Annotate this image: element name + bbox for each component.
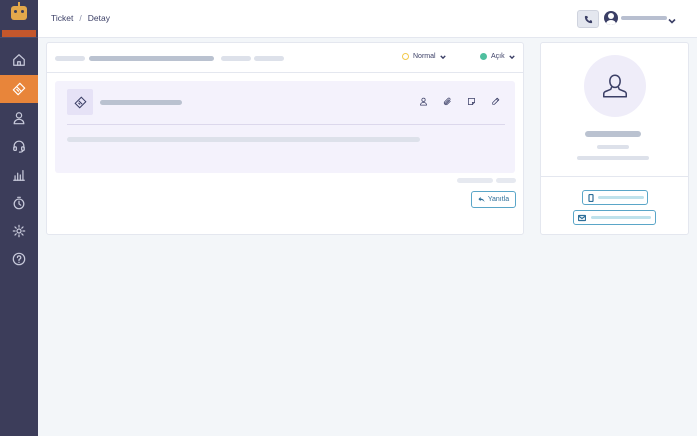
- ticket-card: Normal Açık Yanıtla: [46, 42, 524, 235]
- ticket-title-placeholder: [89, 56, 214, 61]
- help-icon: [12, 252, 26, 266]
- user-icon: [603, 74, 627, 98]
- app-logo[interactable]: [0, 0, 38, 38]
- status-label: Açık: [491, 53, 505, 60]
- ticket-id-placeholder: [55, 56, 85, 61]
- ticket-meta-placeholder: [221, 56, 251, 61]
- message-divider: [67, 124, 505, 125]
- nav-item-reports[interactable]: [0, 161, 38, 189]
- robot-icon: [11, 6, 27, 20]
- contact-avatar: [584, 55, 646, 117]
- nav-item-users[interactable]: [0, 104, 38, 132]
- message-date-placeholder: [457, 178, 493, 183]
- chart-icon: [13, 170, 25, 181]
- status-indicator: [480, 53, 487, 60]
- status-dropdown[interactable]: Açık: [480, 53, 515, 60]
- home-icon: [13, 54, 25, 66]
- sidebar: [0, 0, 38, 436]
- breadcrumb: Ticket / Detay: [51, 13, 110, 23]
- reply-button-label: Yanıtla: [487, 196, 510, 203]
- ticket-card-header: Normal Açık: [47, 43, 523, 73]
- contact-card: [540, 42, 689, 235]
- message-type-badge: [67, 89, 93, 115]
- mail-icon: [578, 214, 586, 222]
- message-time-placeholder: [496, 178, 516, 183]
- nav-item-tickets[interactable]: [0, 75, 38, 103]
- chevron-down-icon: [668, 18, 676, 24]
- headset-icon: [13, 140, 25, 153]
- reply-button[interactable]: Yanıtla: [471, 191, 516, 208]
- nav-item-home[interactable]: [0, 46, 38, 74]
- user-icon: [13, 112, 25, 125]
- breadcrumb-current: Detay: [87, 13, 110, 23]
- contact-role-placeholder: [597, 145, 629, 149]
- breadcrumb-separator: /: [79, 13, 82, 23]
- nav-item-help[interactable]: [0, 245, 38, 273]
- contact-email-button[interactable]: [573, 210, 656, 225]
- note-button[interactable]: [465, 95, 477, 107]
- timer-icon: [13, 196, 25, 210]
- gear-icon: [12, 224, 26, 238]
- message-author-placeholder: [100, 100, 182, 105]
- contact-email-placeholder: [591, 216, 651, 219]
- assign-button[interactable]: [417, 95, 429, 107]
- assign-icon: [419, 97, 427, 106]
- priority-dropdown[interactable]: Normal: [402, 53, 446, 60]
- ticket-message: [55, 81, 515, 173]
- mobile-icon: [588, 194, 594, 202]
- edit-button[interactable]: [489, 95, 501, 107]
- user-avatar[interactable]: [604, 11, 618, 25]
- nav-item-timer[interactable]: [0, 189, 38, 217]
- top-header: Ticket / Detay: [38, 0, 697, 38]
- contact-divider: [541, 176, 688, 177]
- user-name-placeholder[interactable]: [621, 16, 667, 20]
- phone-button[interactable]: [577, 10, 599, 28]
- contact-phone-placeholder: [598, 196, 644, 199]
- edit-icon: [491, 97, 499, 105]
- attach-button[interactable]: [441, 95, 453, 107]
- message-body-placeholder: [67, 137, 420, 142]
- reply-icon: [478, 196, 485, 203]
- priority-label: Normal: [413, 53, 436, 60]
- attach-icon: [443, 97, 451, 105]
- contact-company-placeholder: [577, 156, 649, 160]
- nav-item-settings[interactable]: [0, 217, 38, 245]
- contact-name-placeholder: [585, 131, 641, 137]
- brand-mark: [2, 30, 36, 37]
- user-menu-chevron[interactable]: [668, 12, 676, 24]
- ticket-meta-placeholder-2: [254, 56, 284, 61]
- ticket-icon: [73, 95, 87, 109]
- chevron-down-icon: [508, 54, 515, 59]
- nav-item-support[interactable]: [0, 132, 38, 160]
- chevron-down-icon: [439, 54, 446, 59]
- breadcrumb-root[interactable]: Ticket: [51, 13, 73, 23]
- contact-phone-button[interactable]: [582, 190, 648, 205]
- ticket-icon: [12, 82, 26, 96]
- note-icon: [467, 97, 475, 105]
- phone-icon: [584, 15, 592, 23]
- priority-indicator: [402, 53, 409, 60]
